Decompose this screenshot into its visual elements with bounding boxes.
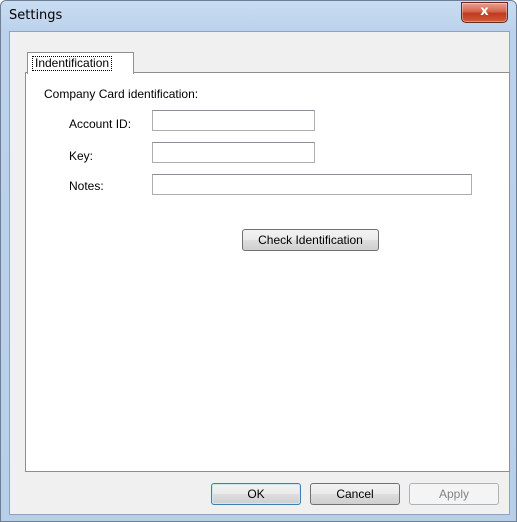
group-label: Company Card identification: — [44, 87, 199, 101]
tab-label: Indentification — [32, 56, 113, 71]
cancel-button[interactable]: Cancel — [310, 483, 400, 505]
close-button[interactable]: x — [461, 2, 508, 23]
account-id-input[interactable] — [152, 110, 315, 131]
window-title: Settings — [9, 8, 63, 23]
settings-window: Settings x Indentification Company Card … — [0, 0, 517, 522]
ok-button[interactable]: OK — [211, 483, 301, 505]
account-id-label: Account ID: — [69, 117, 132, 131]
dialog-client-area: Indentification Company Card identificat… — [9, 31, 510, 515]
check-identification-button[interactable]: Check Identification — [242, 229, 379, 251]
title-bar[interactable]: Settings x — [1, 1, 516, 29]
tab-indentification[interactable]: Indentification — [27, 52, 134, 74]
notes-input[interactable] — [152, 174, 472, 195]
notes-label: Notes: — [69, 179, 104, 193]
apply-button[interactable]: Apply — [409, 483, 499, 505]
close-icon: x — [480, 4, 489, 19]
key-input[interactable] — [152, 142, 315, 163]
form-area: Company Card identification: Account ID:… — [10, 32, 509, 514]
key-label: Key: — [69, 149, 94, 163]
